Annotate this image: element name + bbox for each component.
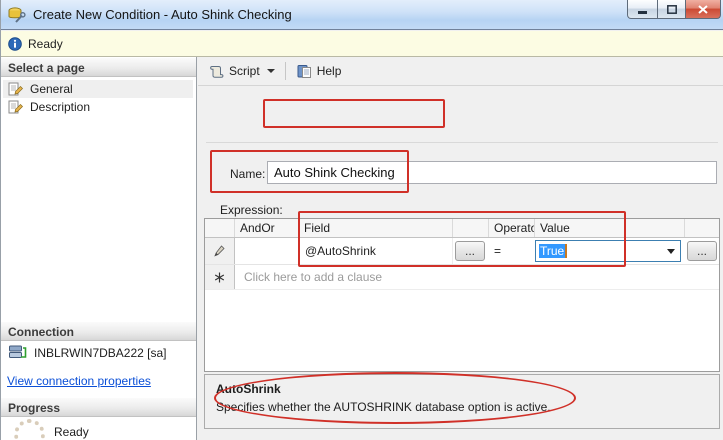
grid-header-field: Field bbox=[299, 219, 453, 237]
script-button-label: Script bbox=[229, 64, 260, 78]
dropdown-arrow-icon[interactable] bbox=[667, 249, 675, 254]
script-button[interactable]: Script bbox=[204, 62, 279, 81]
close-icon bbox=[698, 4, 708, 14]
maximize-button[interactable] bbox=[658, 0, 686, 19]
grid-header-value: Value bbox=[535, 219, 685, 237]
page-pencil-icon bbox=[8, 82, 23, 96]
name-label: Name: bbox=[230, 167, 266, 181]
connection-server: INBLRWIN7DBA222 [sa] bbox=[8, 345, 167, 360]
status-text: Ready bbox=[28, 36, 63, 51]
connection-server-name: INBLRWIN7DBA222 [sa] bbox=[34, 345, 167, 360]
property-help-title: AutoShrink bbox=[216, 382, 281, 396]
value-browse-cell: ... bbox=[685, 238, 719, 264]
expression-label: Expression: bbox=[220, 203, 283, 217]
progress-spinner-icon bbox=[14, 419, 45, 440]
row-selector-new[interactable] bbox=[205, 265, 235, 289]
view-connection-properties-link[interactable]: View connection properties bbox=[7, 374, 151, 388]
server-connection-icon bbox=[8, 345, 27, 360]
field-cell[interactable]: @AutoShrink bbox=[299, 238, 453, 264]
sidebar-item-general[interactable]: General bbox=[3, 80, 193, 98]
left-panel: Select a page General Description Connec… bbox=[1, 57, 197, 440]
select-a-page-header: Select a page bbox=[1, 57, 196, 77]
help-button-label: Help bbox=[316, 64, 342, 78]
section-separator bbox=[206, 142, 718, 143]
andor-cell[interactable] bbox=[235, 238, 299, 264]
grid-header-field-browse bbox=[453, 219, 489, 237]
window-controls bbox=[627, 0, 721, 19]
info-icon bbox=[8, 36, 22, 51]
text-caret bbox=[565, 244, 568, 258]
grid-header-value-browse bbox=[685, 219, 719, 237]
sidebar-item-label: Description bbox=[30, 100, 91, 114]
chevron-down-icon bbox=[266, 69, 275, 73]
asterisk-new-row-icon bbox=[214, 272, 225, 282]
title-bar: Create New Condition - Auto Shink Checki… bbox=[1, 0, 723, 30]
name-input[interactable] bbox=[267, 161, 717, 184]
operator-cell[interactable]: = bbox=[489, 238, 535, 264]
value-combobox[interactable]: True bbox=[535, 240, 681, 262]
toolbar: Script Help bbox=[198, 57, 723, 86]
pencil-edit-icon bbox=[214, 245, 225, 257]
close-button[interactable] bbox=[686, 0, 721, 19]
expression-grid: AndOr Field Operator Value @AutoShrink .… bbox=[204, 218, 720, 372]
add-clause-hint[interactable]: Click here to add a clause bbox=[235, 265, 382, 289]
property-help-text: Specifies whether the AUTOSHRINK databas… bbox=[216, 400, 551, 414]
sidebar-item-description[interactable]: Description bbox=[3, 98, 193, 116]
window-title: Create New Condition - Auto Shink Checki… bbox=[33, 7, 292, 22]
add-clause-row: Click here to add a clause bbox=[205, 265, 719, 290]
script-scroll-icon bbox=[208, 64, 225, 79]
clause-row: @AutoShrink ... = True ... bbox=[205, 238, 719, 265]
value-cell: True bbox=[535, 238, 685, 264]
main-panel: Script Help Name: Facet: bbox=[198, 57, 723, 440]
field-browse-button[interactable]: ... bbox=[455, 241, 485, 261]
page-pencil-icon bbox=[8, 100, 23, 114]
progress-status: Ready bbox=[54, 425, 89, 439]
value-selected-text: True bbox=[539, 244, 566, 258]
minimize-button[interactable] bbox=[627, 0, 658, 19]
value-browse-button[interactable]: ... bbox=[687, 241, 717, 261]
toolbar-separator bbox=[284, 62, 286, 80]
grid-header-selector bbox=[205, 219, 235, 237]
policy-condition-icon bbox=[8, 6, 26, 23]
status-bar: Ready bbox=[1, 31, 723, 57]
help-button[interactable]: Help bbox=[292, 62, 346, 81]
grid-header-operator: Operator bbox=[489, 219, 535, 237]
create-new-condition-dialog: Create New Condition - Auto Shink Checki… bbox=[0, 0, 723, 440]
sidebar-item-label: General bbox=[30, 82, 73, 96]
help-book-icon bbox=[296, 64, 313, 79]
row-selector-edit[interactable] bbox=[205, 238, 235, 264]
connection-header: Connection bbox=[1, 321, 196, 341]
grid-header-andor: AndOr bbox=[235, 219, 299, 237]
field-browse-cell: ... bbox=[453, 238, 489, 264]
progress-header: Progress bbox=[1, 397, 196, 417]
property-help-panel: AutoShrink Specifies whether the AUTOSHR… bbox=[204, 374, 720, 429]
grid-header-row: AndOr Field Operator Value bbox=[205, 219, 719, 238]
